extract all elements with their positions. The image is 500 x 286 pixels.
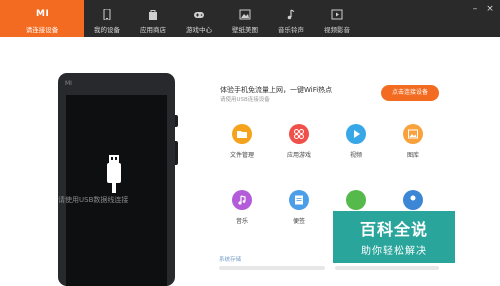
mi-logo: MI [36,9,50,19]
system-storage-bar [219,266,325,270]
tab-label: 壁纸美图 [232,26,258,34]
tab-video[interactable]: 视频影音 [314,0,360,37]
tab-label: 游戏中心 [186,26,212,34]
feature-file-manager[interactable]: 文件管理 [222,124,262,159]
feature-music[interactable]: 音乐 [222,190,262,225]
tab-label: 我的设备 [94,26,120,34]
phone-volume-button [175,141,178,165]
feature-notes[interactable]: 便签 [279,190,319,225]
tab-game-center[interactable]: 游戏中心 [176,0,222,37]
phone-logo: MI [65,80,72,87]
feature-gallery[interactable]: 图库 [393,124,433,159]
video-icon [331,9,343,20]
system-storage-label: 系统存储 [219,257,242,263]
play-icon [346,124,366,144]
promo-subline: 请使用USB连接设备 [220,97,270,103]
image-icon [239,9,251,20]
feature-label: 音乐 [235,218,248,225]
phone-icon [103,9,111,20]
tab-label: 应用商店 [140,26,166,34]
watermark-subtitle: 助你轻松解决 [361,246,427,257]
usb-connect-hint: 请使用USB数据线连接 [58,196,129,204]
usb-plug-icon [107,155,121,193]
backup-icon [346,190,366,210]
apps-icon [289,124,309,144]
watermark-badge: 百科全说 助你轻松解决 [333,211,455,263]
tab-music[interactable]: 音乐铃声 [268,0,314,37]
feature-label: 文件管理 [229,152,254,159]
feature-label: 应用游戏 [286,152,311,159]
tab-my-device[interactable]: 我的设备 [84,0,130,37]
feature-apps-games[interactable]: 应用游戏 [279,124,319,159]
internal-storage-bar [335,266,439,270]
notes-icon [289,190,309,210]
top-navigation-bar: MI 请连接设备 我的设备 应用商店 游戏中心 壁纸美图 音乐铃声 视频影音 –… [0,0,500,37]
connect-device-tab[interactable]: MI 请连接设备 [0,0,84,37]
watermark-title: 百科全说 [359,220,428,239]
tab-wallpaper[interactable]: 壁纸美图 [222,0,268,37]
phone-power-button [175,115,178,127]
tab-label: 视频影音 [324,26,350,34]
feature-label: 便签 [292,218,305,225]
bag-icon [149,10,157,20]
contacts-icon [403,190,423,210]
tab-label: 音乐铃声 [278,26,304,34]
feature-label: 图库 [406,152,419,159]
feature-label: 视频 [349,152,362,159]
close-button[interactable]: × [485,4,495,14]
gallery-icon [403,124,423,144]
feature-video[interactable]: 视频 [336,124,376,159]
tab-app-store[interactable]: 应用商店 [130,0,176,37]
promo-headline: 体验手机免流量上网，一键WiFi热点 [220,86,333,94]
connect-device-label: 请连接设备 [25,26,59,34]
gamepad-icon [194,12,204,18]
minimize-button[interactable]: – [470,4,480,14]
music-icon [232,190,252,210]
music-note-icon [287,9,295,20]
connect-device-button[interactable]: 点击连接设备 [381,85,439,101]
folder-icon [232,124,252,144]
